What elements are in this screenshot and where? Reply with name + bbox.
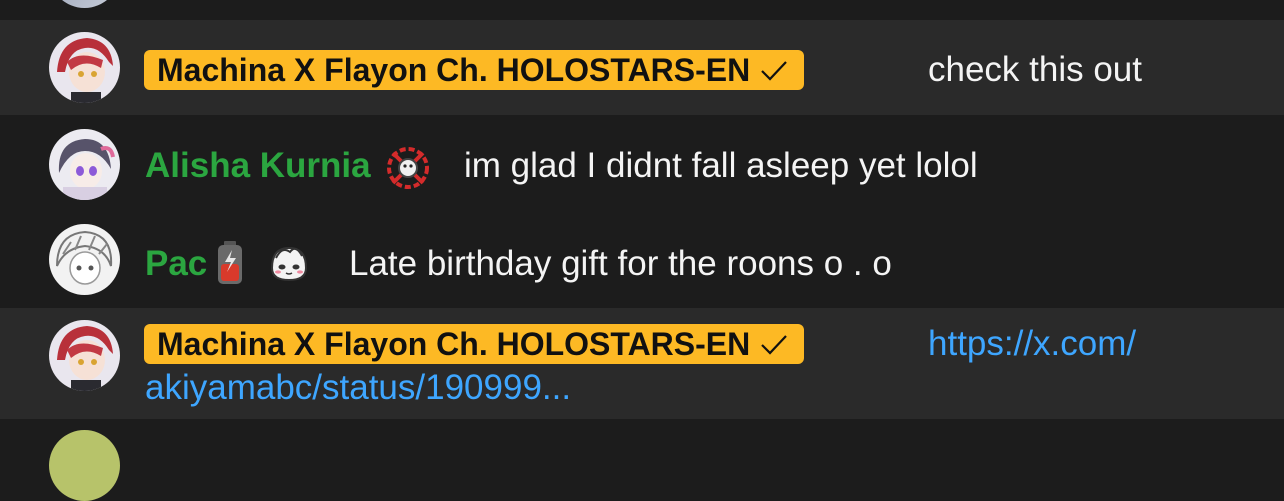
avatar-partial-bottom[interactable] [49,430,120,501]
avatar[interactable] [49,224,120,295]
author-name: Machina X Flayon Ch. HOLOSTARS-EN [157,326,751,362]
author-name: Machina X Flayon Ch. HOLOSTARS-EN [157,52,751,88]
chat-message-row[interactable]: Alisha Kurnia im glad I didnt fall aslee… [0,115,1284,212]
chat-message-row[interactable]: Pac Late birthday gift for the roons o .… [0,212,1284,308]
message-text: check this out [928,50,1142,89]
owner-name-badge[interactable]: Machina X Flayon Ch. HOLOSTARS-EN [144,324,805,364]
avatar[interactable] [49,129,120,200]
message-text: im glad I didnt fall asleep yet lolol [464,146,978,185]
checkmark-icon [758,54,790,86]
live-chat-list: Machina X Flayon Ch. HOLOSTARS-EN check … [0,0,1284,501]
avatar[interactable] [49,320,120,391]
avatar[interactable] [49,32,120,103]
chat-message-row[interactable]: Machina X Flayon Ch. HOLOSTARS-EN check … [0,20,1284,115]
message-link-continuation[interactable]: akiyamabc/status/190999... [145,368,571,408]
battery-badge-icon [214,240,246,286]
chibi-face-emote-icon [266,240,312,286]
author-name[interactable]: Alisha Kurnia [145,146,371,186]
message-text: Late birthday gift for the roons o . o [349,244,892,283]
owner-name-badge[interactable]: Machina X Flayon Ch. HOLOSTARS-EN [144,50,805,90]
author-name[interactable]: Pac [145,244,207,284]
message-link[interactable]: https://x.com/ [928,324,1136,364]
chat-message-row[interactable]: Machina X Flayon Ch. HOLOSTARS-EN https:… [0,308,1284,419]
checkmark-icon [758,328,790,360]
member-badge-icon [385,145,431,191]
avatar-partial-top[interactable] [49,0,120,8]
